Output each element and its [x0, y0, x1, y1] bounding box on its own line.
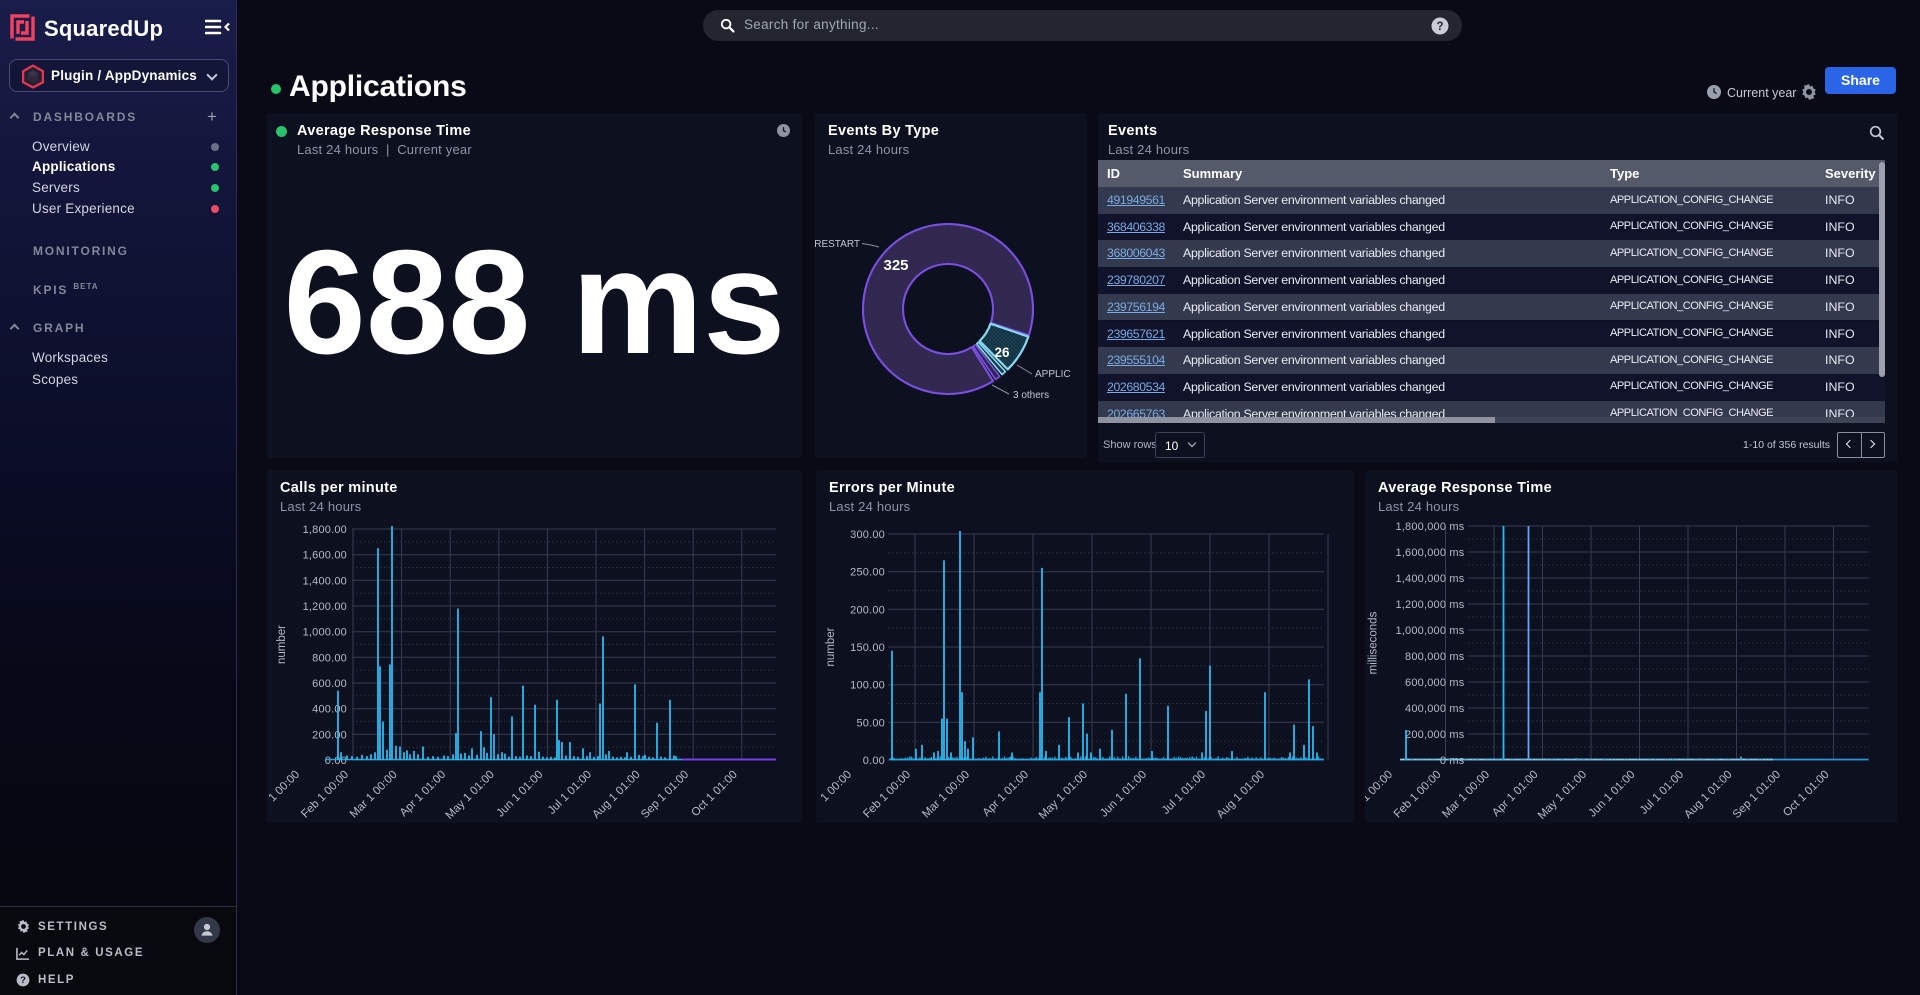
svg-text:Jun 1 01:00: Jun 1 01:00: [495, 769, 546, 820]
svg-text:Sep 1 01:00: Sep 1 01:00: [1731, 769, 1783, 821]
svg-text:3 others: 3 others: [1013, 390, 1049, 401]
svg-text:100.00: 100.00: [850, 680, 885, 692]
svg-text:800,000 ms: 800,000 ms: [1405, 651, 1465, 663]
svg-text:1,800.00: 1,800.00: [303, 524, 347, 536]
svg-text:Feb 1 00:00: Feb 1 00:00: [1392, 769, 1444, 821]
svg-text:milliseconds: milliseconds: [1368, 611, 1380, 674]
svg-text:1 00:00: 1 00:00: [1365, 769, 1395, 805]
svg-text:Apr 1 01:00: Apr 1 01:00: [981, 769, 1032, 820]
svg-text:1,200.00: 1,200.00: [303, 601, 347, 613]
svg-text:1,000,000 ms: 1,000,000 ms: [1395, 625, 1464, 637]
svg-text:150.00: 150.00: [850, 642, 885, 654]
svg-text:number: number: [276, 625, 288, 664]
svg-text:APPSERVER_RESTART: APPSERVER_RESTART: [815, 239, 860, 250]
svg-text:1,000.00: 1,000.00: [303, 627, 347, 639]
svg-text:1,800,000 ms: 1,800,000 ms: [1395, 521, 1464, 533]
svg-text:1,600.00: 1,600.00: [303, 550, 347, 562]
svg-text:600.00: 600.00: [312, 678, 347, 690]
svg-text:0.00: 0.00: [863, 755, 885, 767]
svg-text:26: 26: [994, 345, 1010, 360]
svg-text:Mar 1 00:00: Mar 1 00:00: [348, 769, 400, 821]
svg-text:200.00: 200.00: [312, 729, 347, 741]
svg-text:325: 325: [883, 257, 908, 274]
svg-text:1,200,000 ms: 1,200,000 ms: [1395, 599, 1464, 611]
svg-text:Jul 1 01:00: Jul 1 01:00: [1160, 769, 1208, 817]
svg-text:Sep 1 01:00: Sep 1 01:00: [639, 769, 691, 821]
svg-text:1 00:00: 1 00:00: [267, 769, 302, 805]
svg-text:Oct 1 01:00: Oct 1 01:00: [1781, 769, 1832, 820]
svg-text:?: ?: [20, 975, 26, 985]
svg-text:Aug 1 01:00: Aug 1 01:00: [1682, 769, 1734, 821]
svg-text:Oct 1 01:00: Oct 1 01:00: [689, 769, 740, 820]
svg-text:600,000 ms: 600,000 ms: [1405, 677, 1465, 689]
svg-text:400,000 ms: 400,000 ms: [1405, 703, 1465, 715]
svg-text:0 ms: 0 ms: [1440, 755, 1465, 767]
svg-text:1,600,000 ms: 1,600,000 ms: [1395, 547, 1464, 559]
svg-text:Apr 1 01:00: Apr 1 01:00: [398, 769, 449, 820]
svg-text:May 1 01:00: May 1 01:00: [1536, 769, 1589, 822]
svg-text:number: number: [825, 627, 837, 666]
svg-text:200.00: 200.00: [850, 604, 885, 616]
svg-text:?: ?: [1436, 21, 1443, 33]
svg-text:May 1 01:00: May 1 01:00: [444, 769, 497, 822]
svg-text:Jun 1 01:00: Jun 1 01:00: [1587, 769, 1638, 820]
svg-text:800.00: 800.00: [312, 652, 347, 664]
svg-text:50.00: 50.00: [856, 717, 885, 729]
svg-text:Jul 1 01:00: Jul 1 01:00: [546, 769, 594, 817]
svg-text:1 00:00: 1 00:00: [819, 769, 855, 805]
svg-text:1,400,000 ms: 1,400,000 ms: [1395, 573, 1464, 585]
svg-text:Feb 1 00:00: Feb 1 00:00: [299, 769, 351, 821]
svg-text:400.00: 400.00: [312, 704, 347, 716]
svg-text:May 1 01:00: May 1 01:00: [1037, 769, 1090, 822]
svg-text:Jul 1 01:00: Jul 1 01:00: [1638, 769, 1686, 817]
svg-text:Feb 1 00:00: Feb 1 00:00: [861, 769, 913, 821]
svg-text:Aug 1 01:00: Aug 1 01:00: [1215, 769, 1267, 821]
svg-text:APPLIC: APPLIC: [1035, 369, 1071, 380]
svg-text:Apr 1 01:00: Apr 1 01:00: [1490, 769, 1541, 820]
svg-text:200,000 ms: 200,000 ms: [1405, 729, 1465, 741]
svg-text:250.00: 250.00: [850, 567, 885, 579]
svg-text:Jun 1 01:00: Jun 1 01:00: [1098, 769, 1149, 820]
svg-text:0.00: 0.00: [325, 755, 347, 767]
svg-text:300.00: 300.00: [850, 529, 885, 541]
svg-text:Mar 1 00:00: Mar 1 00:00: [1440, 769, 1492, 821]
svg-text:Aug 1 01:00: Aug 1 01:00: [590, 769, 642, 821]
svg-text:1,400.00: 1,400.00: [303, 575, 347, 587]
svg-text:Mar 1 00:00: Mar 1 00:00: [920, 769, 972, 821]
